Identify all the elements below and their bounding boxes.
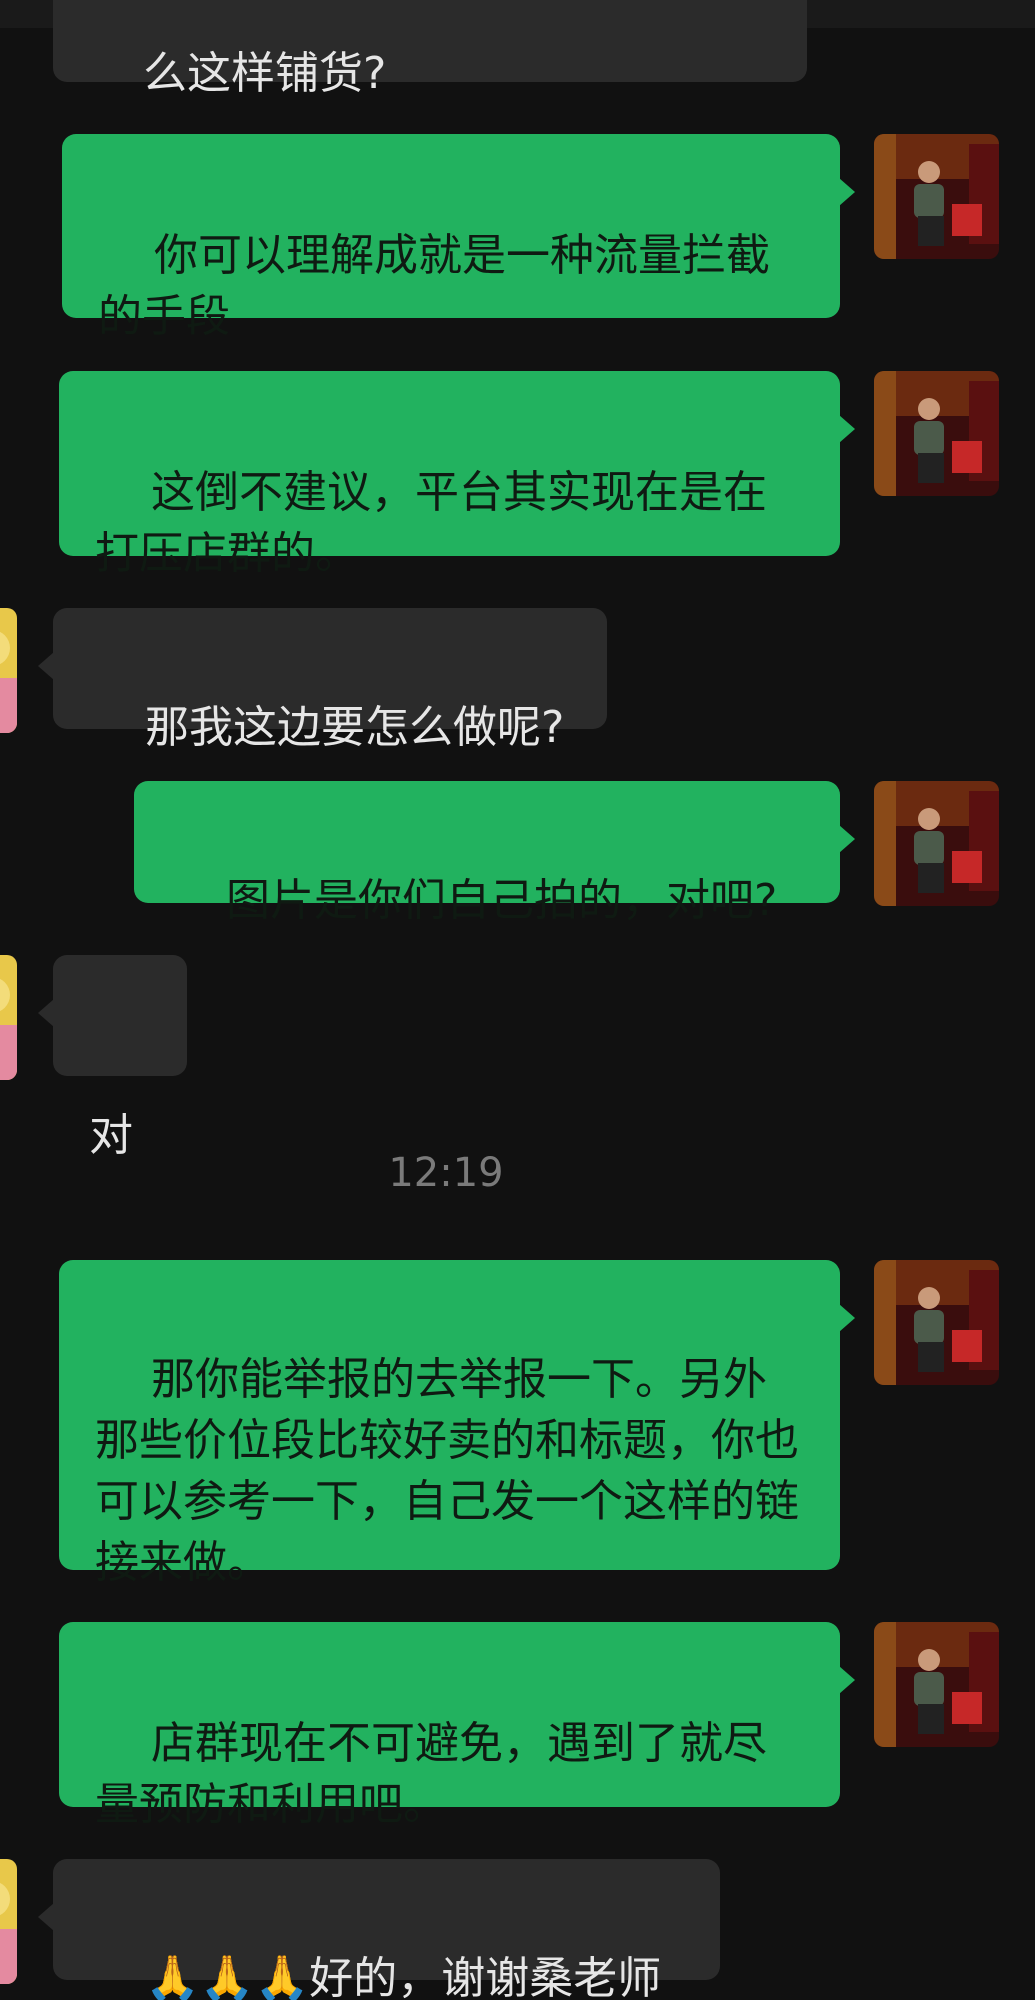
bubble-tail: [38, 999, 54, 1027]
message-bubble-outgoing[interactable]: 这倒不建议，平台其实现在是在打压店群的。: [59, 371, 855, 579]
self-avatar[interactable]: [874, 1622, 999, 1747]
message-text: 图片是你们自己拍的，对吧?: [225, 875, 778, 926]
message-text: 店群现在不可避免，遇到了就尽量预防和利用吧。: [95, 1718, 767, 1830]
user-portrait-icon: [874, 781, 999, 906]
message-bubble-incoming[interactable]: 对: [38, 955, 187, 1161]
self-avatar[interactable]: [874, 371, 999, 496]
message-bubble-incoming[interactable]: 那我这边要怎么做呢?: [38, 608, 607, 753]
self-avatar[interactable]: [874, 1260, 999, 1385]
contact-portrait-icon: [0, 955, 17, 1080]
message-bubble-outgoing[interactable]: 店群现在不可避免，遇到了就尽量预防和利用吧。: [59, 1622, 855, 1830]
bubble-tail: [839, 1666, 855, 1694]
bubble-tail: [839, 415, 855, 443]
message-text: 这倒不建议，平台其实现在是在打压店群的。: [95, 467, 767, 579]
self-avatar[interactable]: [874, 781, 999, 906]
self-avatar[interactable]: [874, 134, 999, 259]
user-portrait-icon: [874, 371, 999, 496]
message-bubble-outgoing[interactable]: 那你能举报的去举报一下。另外那些价位段比较好卖的和标题，你也可以参考一下，自己发…: [59, 1260, 855, 1588]
message-text: 🙏🙏🙏好的，谢谢桑老师: [144, 1953, 662, 2000]
contact-avatar[interactable]: [0, 955, 17, 1080]
chat-timestamp: 12:19: [388, 1150, 504, 1196]
message-bubble-outgoing[interactable]: 图片是你们自己拍的，对吧?: [134, 781, 855, 926]
message-bubble-outgoing[interactable]: 你可以理解成就是一种流量拦截的手段: [62, 134, 855, 342]
message-text: 那我这边要怎么做呢?: [144, 702, 565, 753]
chat-screen: 么这样铺货? 你可以理解成就是一种流量拦截的手段 这倒不建议，平台其实现在是在打…: [0, 0, 1035, 2000]
message-text: 那你能举报的去举报一下。另外那些价位段比较好卖的和标题，你也可以参考一下，自己发…: [95, 1354, 799, 1588]
bubble-tail: [38, 652, 54, 680]
contact-portrait-icon: [0, 608, 17, 733]
bubble-tail: [839, 178, 855, 206]
contact-portrait-icon: [0, 1859, 17, 1984]
message-text: 你可以理解成就是一种流量拦截的手段: [98, 230, 770, 342]
user-portrait-icon: [874, 134, 999, 259]
contact-avatar[interactable]: [0, 1859, 17, 1984]
message-bubble-incoming[interactable]: 🙏🙏🙏好的，谢谢桑老师: [38, 1859, 720, 2000]
user-portrait-icon: [874, 1622, 999, 1747]
bubble-tail: [839, 825, 855, 853]
user-portrait-icon: [874, 1260, 999, 1385]
message-bubble-incoming[interactable]: 么这样铺货?: [53, 0, 807, 99]
message-text: 么这样铺货?: [142, 48, 387, 99]
bubble-tail: [38, 1903, 54, 1931]
contact-avatar[interactable]: [0, 608, 17, 733]
bubble-tail: [839, 1304, 855, 1332]
